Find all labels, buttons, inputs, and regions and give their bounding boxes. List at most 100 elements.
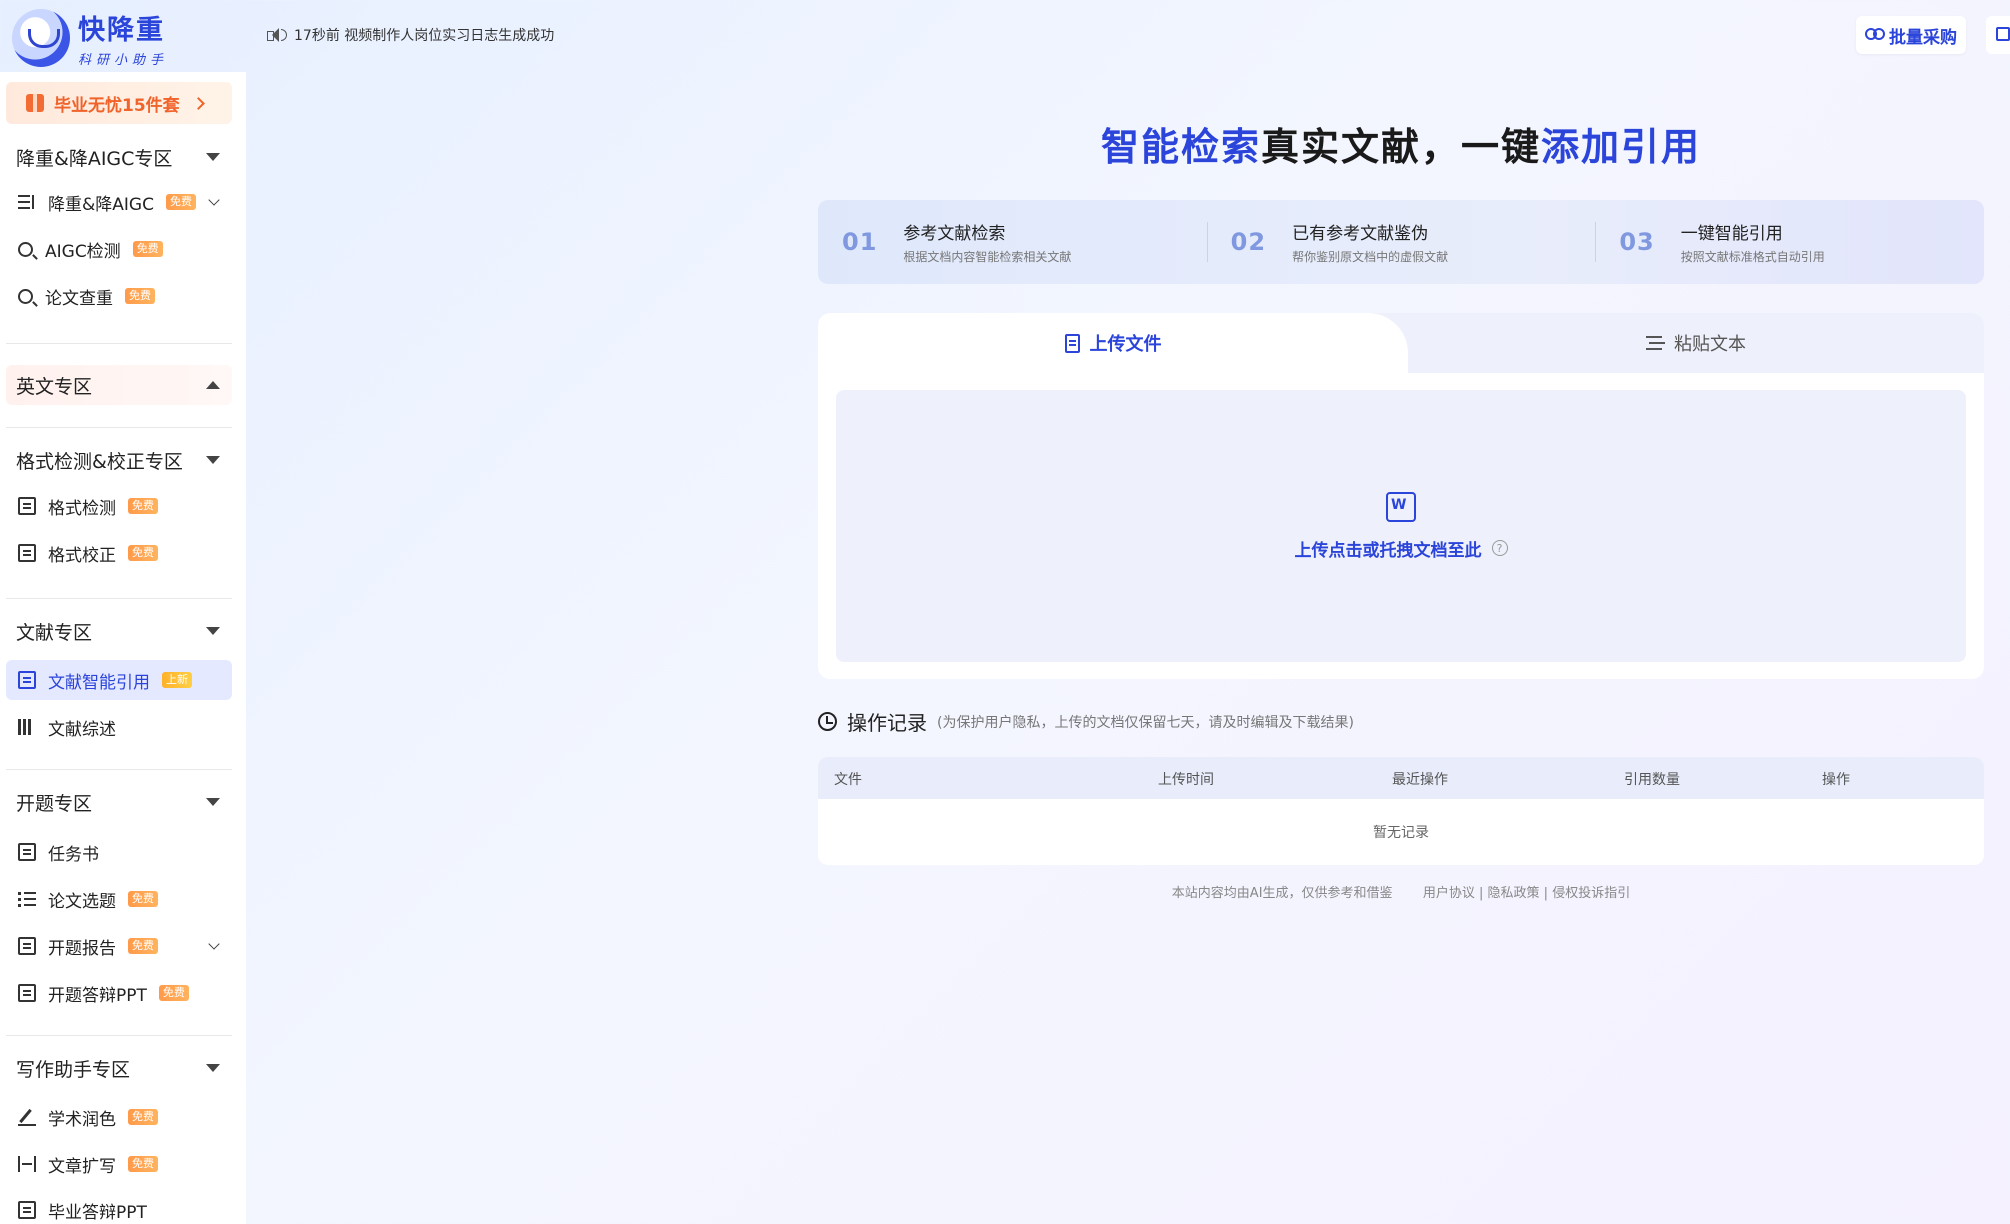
file-dropzone[interactable]: 上传点击或托拽文档至此 ? [836,390,1966,662]
new-badge: 上新 [162,672,192,688]
divider [6,1035,232,1036]
section-dedup[interactable]: 降重&降AIGC专区 [6,137,232,177]
top-bar: 快降重 科研小助手 17秒前 视频制作人岗位实习日志生成成功 批量采购 [0,0,2010,72]
sidebar-item-format-check[interactable]: 格式检测 免费 [6,486,232,526]
expand-icon [18,1155,36,1173]
records-table: 文件 上传时间 最近操作 引用数量 操作 暂无记录 [818,757,1984,865]
free-badge: 免费 [128,1109,158,1125]
free-badge: 免费 [128,498,158,514]
sidebar-item-task-book[interactable]: 任务书 [6,832,232,872]
table-header: 文件 上传时间 最近操作 引用数量 操作 [818,757,1984,799]
tab-upload-file[interactable]: 上传文件 [818,313,1408,373]
column-header: 文件 [834,772,862,788]
task-icon [18,843,36,861]
caret-up-icon [206,381,220,389]
text-lines-icon [1646,336,1662,350]
sidebar-item-proposal-report[interactable]: 开题报告 免费 [6,926,232,966]
doc-cite-icon [18,671,36,689]
books-icon [18,718,36,736]
sort-icon [18,193,36,211]
clock-icon [818,712,837,731]
chevron-down-icon[interactable] [208,938,220,950]
promo-banner[interactable]: 毕业无忧15件套 [6,82,232,124]
section-literature[interactable]: 文献专区 [6,611,232,651]
divider [6,427,232,428]
column-header: 最近操作 [1392,772,1448,788]
step-item: 02 已有参考文献鉴伪 帮你鉴别原文档中的虚假文献 [1206,200,1596,284]
feature-steps: 01 参考文献检索 根据文档内容智能检索相关文献 02 已有参考文献鉴伪 帮你鉴… [818,200,1984,284]
records-header: 操作记录 (为保护用户隐私，上传的文档仅保留七天，请及时编辑及下载结果) [818,707,1354,736]
divider [6,343,232,344]
column-header: 引用数量 [1624,772,1680,788]
sidebar-item-format-correct[interactable]: 格式校正 免费 [6,533,232,573]
caret-down-icon [206,153,220,161]
share-button[interactable] [1986,16,2010,54]
free-badge: 免费 [128,891,158,907]
report-icon [18,937,36,955]
input-tabs: 上传文件 粘贴文本 [818,313,1984,373]
sidebar-item-defense-ppt[interactable]: 毕业答辩PPT [6,1190,232,1224]
sidebar-item-smart-citation[interactable]: 文献智能引用 上新 [6,660,232,700]
sidebar-item-plagiarism-check[interactable]: 论文查重 免费 [6,276,232,316]
chevron-down-icon[interactable] [208,194,220,206]
bulk-purchase-button[interactable]: 批量采购 [1856,16,1966,54]
notice-text: 17秒前 视频制作人岗位实习日志生成成功 [294,28,555,44]
user-agreement-link[interactable]: 用户协议 [1423,886,1475,901]
free-badge: 免费 [128,545,158,561]
upload-card: 上传文件 粘贴文本 上传点击或托拽文档至此 ? [818,313,1984,679]
sidebar-item-expand[interactable]: 文章扩写 免费 [6,1144,232,1184]
step-item: 03 一键智能引用 按照文献标准格式自动引用 [1595,200,1984,284]
sidebar-item-literature-review[interactable]: 文献综述 [6,707,232,747]
doc-edit-icon [18,544,36,562]
presentation-icon [18,1201,36,1219]
section-writing[interactable]: 写作助手专区 [6,1048,232,1088]
list-icon [18,890,36,908]
free-badge: 免费 [125,288,155,304]
footer: 本站内容均由AI生成，仅供参考和借鉴 用户协议 | 隐私政策 | 侵权投诉指引 [1171,886,1631,901]
share-icon [1996,27,2010,41]
privacy-policy-link[interactable]: 隐私政策 [1488,886,1540,901]
free-badge: 免费 [128,938,158,954]
doc-check-icon [18,497,36,515]
free-badge: 免费 [128,1156,158,1172]
word-doc-icon [1386,491,1416,522]
chevron-right-icon [191,96,205,110]
divider [6,598,232,599]
sidebar-item-aigc-detect[interactable]: AIGC检测 免费 [6,229,232,269]
empty-state: 暂无记录 [1373,825,1429,841]
tab-paste-text[interactable]: 粘贴文本 [1408,313,1984,373]
footer-disclaimer: 本站内容均由AI生成，仅供参考和借鉴 [1171,886,1393,901]
records-title: 操作记录 [847,711,927,735]
brand-logo[interactable]: 快降重 科研小助手 [12,8,168,68]
brand-subtitle: 科研小助手 [78,53,169,68]
sidebar: 毕业无忧15件套 降重&降AIGC专区 降重&降AIGC 免费 AIGC检测 免… [0,72,246,1224]
caret-down-icon [206,456,220,464]
sidebar-item-topic-selection[interactable]: 论文选题 免费 [6,879,232,919]
step-item: 01 参考文献检索 根据文档内容智能检索相关文献 [842,224,1072,264]
sidebar-item-polish[interactable]: 学术润色 免费 [6,1097,232,1137]
page-title: 智能检索真实文献，一键添加引用 [1100,125,1702,169]
section-english[interactable]: 英文专区 [6,365,232,405]
caret-down-icon [206,798,220,806]
sidebar-item-dedup-aigc[interactable]: 降重&降AIGC 免费 [6,182,232,222]
search-icon [18,241,33,257]
column-header: 上传时间 [1158,772,1214,788]
sidebar-item-proposal-ppt[interactable]: 开题答辩PPT 免费 [6,973,232,1013]
gift-icon [26,94,44,112]
brand-title: 快降重 [78,15,165,46]
free-badge: 免费 [165,194,196,210]
free-badge: 免费 [132,241,163,257]
presentation-icon [18,984,36,1002]
search-icon [18,288,33,304]
divider [6,769,232,770]
section-format[interactable]: 格式检测&校正专区 [6,440,232,480]
caret-down-icon [206,627,220,635]
infringement-link[interactable]: 侵权投诉指引 [1552,886,1630,901]
section-proposal[interactable]: 开题专区 [6,782,232,822]
pen-icon [18,1108,36,1126]
dropzone-prompt: 上传点击或托拽文档至此 [1294,540,1482,561]
speaker-icon [266,26,287,44]
help-icon[interactable]: ? [1491,540,1508,556]
mascot-icon [12,9,70,67]
records-note: (为保护用户隐私，上传的文档仅保留七天，请及时编辑及下载结果) [937,714,1354,731]
